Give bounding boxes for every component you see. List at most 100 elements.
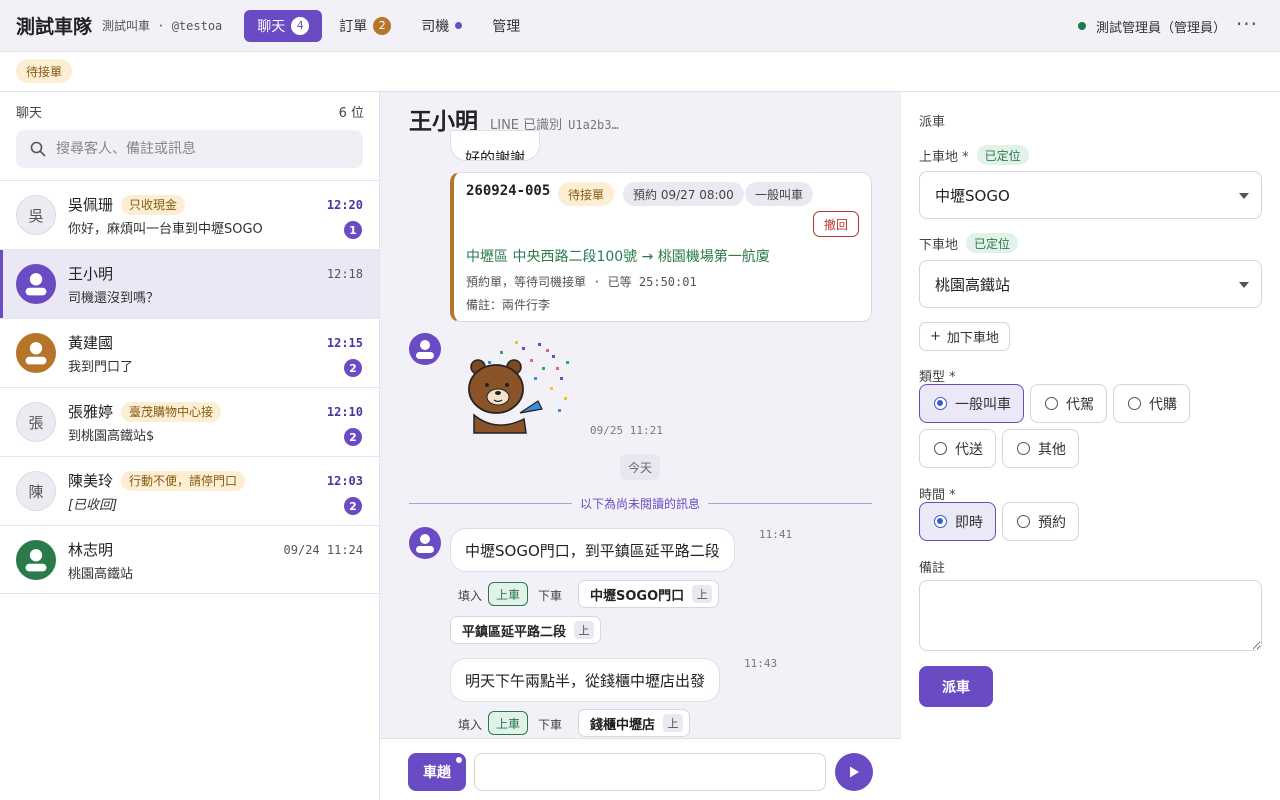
conversation-item-selected[interactable]: 王小明 司機還沒到嗎？ 12:18 [0,249,379,318]
dispatch-submit-button[interactable]: 派車 [919,666,993,707]
radio-icon [1045,397,1058,410]
recall-button[interactable]: 撤回 [812,211,859,237]
tab-drivers[interactable]: 司機 [408,10,475,42]
message-input[interactable] [474,753,826,791]
type-option-label: 其他 [1038,441,1066,458]
order-number: 260924-005 [466,183,551,199]
add-dropoff-button[interactable]: + 加下車地 [919,322,1010,351]
app-brand: 測試車隊 [16,16,93,38]
avatar: 陳 [16,471,56,511]
radio-icon [1017,515,1030,528]
fill-dropoff-label[interactable]: 下車 [538,587,562,604]
location-chip-pickup-tag: 上 [692,585,713,603]
dropoff-select[interactable]: 桃園高鐵站 [919,260,1262,308]
dropoff-value: 桃園高鐵站 [935,275,1011,294]
conversation-item[interactable]: 張 張雅婷 臺茂購物中心接 到桃園高鐵站$ 12:10 2 [0,387,379,456]
conversation-item[interactable]: 陳 陳美玲 行動不便，請停門口 [已收回] 12:03 2 [0,456,379,525]
message-bubble: 中壢SOGO門口，到平鎮區延平路二段 [450,528,735,572]
time-radio-now[interactable]: 即時 [919,502,996,541]
type-radio-designated-driver[interactable]: 代駕 [1030,384,1107,423]
conversation-name-row: 黃建國 [68,332,113,353]
search-input[interactable] [56,141,346,157]
conversation-time: 12:03 [326,474,363,488]
tab-chat[interactable]: 聊天 4 [244,9,323,42]
conversation-item[interactable]: 林志明 桃園高鐵站 09/24 11:24 [0,525,379,594]
order-route: 中壢區 中央西路二段100號 → 桃園機場第一航廈 [466,249,770,265]
conversation-sidebar: 聊天 6 位 吳 吳佩珊 只收現金 你好，麻煩叫一台車到中壢SOGO 12:20… [0,92,380,800]
more-menu-icon[interactable]: ··· [1236,14,1258,34]
notes-textarea[interactable] [919,580,1262,651]
fill-pickup-button[interactable]: 上車 [488,582,529,606]
quick-button-dot [456,757,462,763]
conversation-preview: [已收回] [68,498,118,513]
avatar: 張 [16,402,56,442]
tab-chat-badge: 4 [291,16,310,35]
radio-icon [1128,397,1141,410]
day-separator: 今天 [620,454,661,480]
message-text: 中壢SOGO門口，到平鎮區延平路二段 [465,541,720,560]
location-chip[interactable]: 錢櫃中壢店 上 [578,709,691,737]
tab-admin-label: 管理 [492,18,521,35]
tab-orders[interactable]: 訂單 2 [326,10,404,42]
type-radio-other[interactable]: 其他 [1002,429,1079,468]
avatar: 吳 [16,195,56,235]
conversation-time: 12:18 [326,267,363,281]
add-dropoff-label: 加下車地 [946,331,999,346]
order-card[interactable]: 260924-005 待接單 預約 09/27 08:00 一般叫車 撤回 中壢… [450,172,872,322]
conversation-time: 09/24 11:24 [283,543,363,557]
location-chip[interactable]: 中壢SOGO門口 上 [578,580,720,608]
order-type-badge: 一般叫車 [745,182,814,206]
search-box[interactable] [16,130,363,168]
time-label: 時間 * [919,488,956,503]
customer-tag: 臺茂購物中心接 [121,401,222,422]
unread-badge: 2 [344,359,362,377]
time-option-label: 即時 [955,514,983,531]
conversation-item[interactable]: 黃建國 我到門口了 12:15 2 [0,318,379,387]
dropoff-label: 下車地 [919,237,959,253]
current-user[interactable]: 測試管理員（管理員） [1077,0,1226,52]
tab-drivers-label: 司機 [421,18,450,35]
order-status-line: 預約單，等待司機接單 · 已等 25:50:01 [466,275,697,289]
chat-panel: 王小明 LINE 已識別 U1a2b3… 好的謝謝 260924-005 待接單 … [380,92,901,800]
location-chip[interactable]: 平鎮區延平路二段 上 [450,616,602,644]
customer-tag: 行動不便，請停門口 [121,470,246,491]
conversation-preview: 到桃園高鐵站$ [68,429,155,444]
time-radio-scheduled[interactable]: 預約 [1002,502,1079,541]
order-schedule-badge: 預約 09/27 08:00 [623,182,744,206]
radio-checked-icon [934,397,947,410]
conversation-time: 12:15 [326,336,363,350]
type-radio-delivery[interactable]: 代送 [919,429,996,468]
type-radio-purchase[interactable]: 代購 [1113,384,1190,423]
conversation-name-row: 王小明 [68,263,113,284]
top-bar: 測試車隊 測試叫車 · @testoa 聊天 4 訂單 2 司機 管理 測試管理… [0,0,1280,52]
fill-dropoff-label[interactable]: 下車 [538,716,562,733]
unread-badge: 2 [344,428,362,446]
type-option-label: 代購 [1149,396,1177,413]
time-option-label: 預約 [1038,514,1066,531]
dropoff-located-badge: 已定位 [966,233,1019,253]
tab-admin[interactable]: 管理 [479,10,533,42]
type-option-label: 代送 [955,441,983,458]
conversation-name: 吳佩珊 [68,196,114,214]
location-chip-label: 中壢SOGO門口 [590,588,685,604]
search-icon [30,141,46,157]
conversation-name: 陳美玲 [68,472,114,490]
user-avatar-icon [16,264,56,304]
conversation-item[interactable]: 吳 吳佩珊 只收現金 你好，麻煩叫一台車到中壢SOGO 12:20 1 [0,180,379,249]
dispatch-title: 派車 [919,115,946,130]
unread-badge: 2 [344,497,362,515]
user-avatar-icon [16,333,56,373]
type-label: 類型 * [919,370,956,385]
conversation-time: 12:10 [326,405,363,419]
location-chip-label: 平鎮區延平路二段 [462,624,567,640]
filter-chip-pending[interactable]: 待接單 [16,59,73,83]
online-status-dot [1077,22,1086,30]
message-bubble-partial: 好的謝謝 [450,130,541,161]
send-button[interactable] [835,753,873,791]
type-radio-standard[interactable]: 一般叫車 [919,384,1024,423]
message-composer: 車趟 [380,738,901,800]
pickup-select[interactable]: 中壢SOGO [919,171,1262,219]
customer-tag: 只收現金 [121,194,186,215]
fill-pickup-button[interactable]: 上車 [488,711,529,735]
trip-quick-button[interactable]: 車趟 [408,753,466,791]
